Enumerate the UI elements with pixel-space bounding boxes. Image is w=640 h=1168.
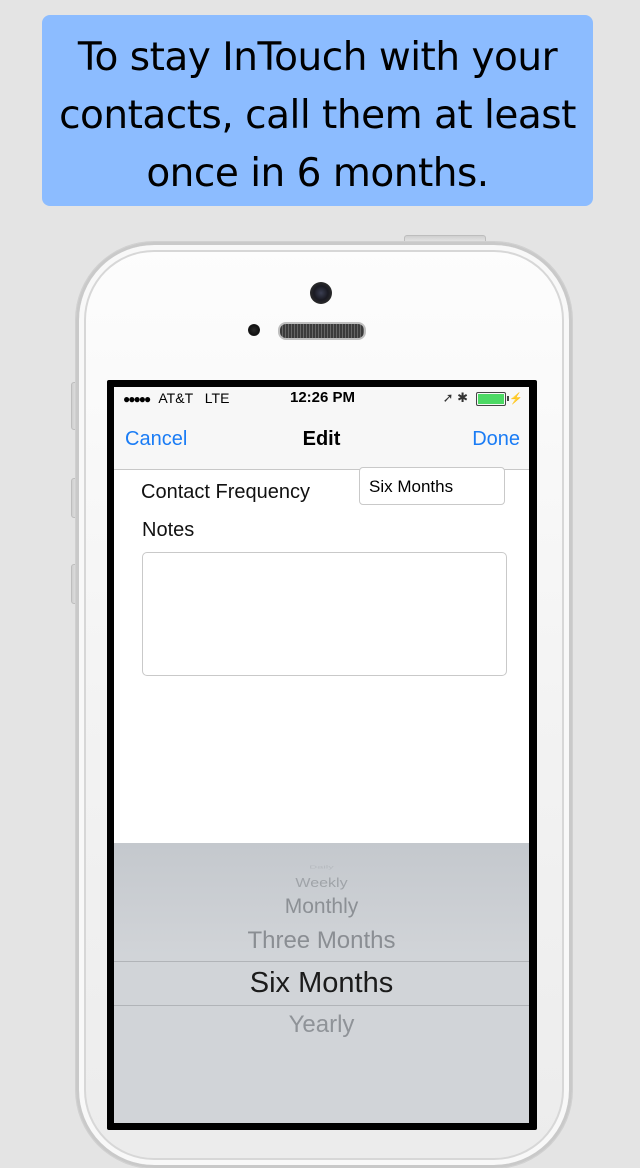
notes-label: Notes xyxy=(142,519,195,541)
banner-line-2: contacts, call them at least xyxy=(59,93,576,138)
status-bar: ●●●●● AT&T LTE 12:26 PM ➚ ✱ ⚡ xyxy=(114,387,529,409)
navigation-bar: Cancel Edit Done xyxy=(114,409,529,470)
signal-strength-icon: ●●●●● xyxy=(123,392,151,406)
banner-line-3: once in 6 months. xyxy=(146,151,489,196)
frequency-picker[interactable]: Daily Weekly Monthly Three Months Six Mo… xyxy=(114,843,529,1123)
picker-selection-top-line xyxy=(114,961,529,962)
done-button[interactable]: Done xyxy=(472,428,520,451)
front-camera xyxy=(310,282,332,304)
picker-option-weekly[interactable]: Weekly xyxy=(114,877,529,891)
proximity-sensor xyxy=(248,324,260,336)
app-screen: ●●●●● AT&T LTE 12:26 PM ➚ ✱ ⚡ Cancel Edi… xyxy=(114,387,529,1123)
network-type: LTE xyxy=(204,390,230,406)
promo-banner: To stay InTouch with your contacts, call… xyxy=(42,15,593,206)
picker-option-daily[interactable]: Daily xyxy=(114,864,529,869)
picker-option-monthly[interactable]: Monthly xyxy=(114,895,529,919)
status-time: 12:26 PM xyxy=(290,389,356,406)
picker-option-yearly[interactable]: Yearly xyxy=(114,1011,529,1039)
location-bluetooth-icon: ➚ ✱ xyxy=(442,390,469,405)
picker-option-three-months[interactable]: Three Months xyxy=(114,927,529,955)
notes-textarea[interactable] xyxy=(142,552,507,676)
earpiece-speaker xyxy=(278,322,366,340)
picker-option-six-months[interactable]: Six Months xyxy=(114,967,529,1000)
picker-selection-bottom-line xyxy=(114,1005,529,1006)
banner-line-1: To stay InTouch with your xyxy=(77,35,558,80)
carrier-name: AT&T xyxy=(158,390,193,406)
battery-icon xyxy=(475,391,509,406)
contact-frequency-field[interactable]: Six Months xyxy=(359,467,505,505)
page-title: Edit xyxy=(302,428,341,450)
contact-frequency-label: Contact Frequency xyxy=(141,481,310,503)
charging-icon: ⚡ xyxy=(509,393,523,405)
